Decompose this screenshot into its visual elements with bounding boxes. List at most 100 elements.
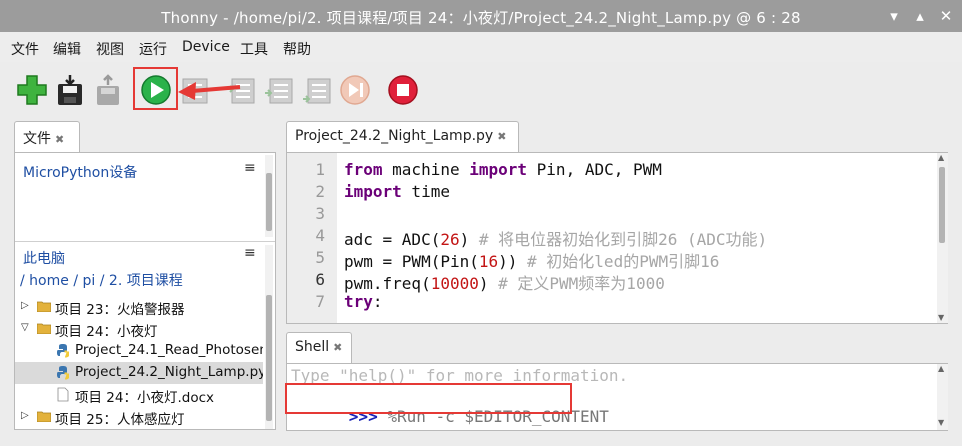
code-text: ) <box>478 274 499 293</box>
breadcrumb-folder[interactable]: 2. 项目课程 <box>109 273 183 289</box>
code-line[interactable]: pwm.freq(10000) # 定义PWM频率为1000 <box>344 270 665 294</box>
tab-shell[interactable]: Shell ✖ <box>286 332 352 364</box>
close-window-button[interactable]: ✕ <box>936 6 956 26</box>
code-number: 16 <box>478 252 499 271</box>
code-line[interactable]: pwm = PWM(Pin(16)) # 初始化led的PWM引脚16 <box>344 248 719 272</box>
code-text: ) <box>459 230 479 249</box>
minimize-button[interactable]: ▾ <box>884 6 904 26</box>
code-text: time <box>401 182 450 201</box>
folder-icon <box>37 411 51 422</box>
breadcrumb-root[interactable]: / <box>20 273 25 289</box>
device-menu-icon[interactable]: ≡ <box>244 160 256 176</box>
tree-scrollbar[interactable] <box>265 245 273 429</box>
code-number: 10000 <box>430 274 479 293</box>
code-area[interactable]: from machine import Pin, ADC, PWM import … <box>287 153 935 323</box>
editor-scrollbar[interactable]: ▲ ▼ <box>937 153 948 323</box>
tree-item-label: Project_24.2_Night_Lamp.py <box>75 364 263 380</box>
menu-view[interactable]: 视图 <box>96 39 124 59</box>
tab-files-label: 文件 <box>23 131 51 147</box>
device-section-title: MicroPython设备 <box>23 165 138 181</box>
step-into-icon <box>265 78 293 104</box>
menu-run[interactable]: 运行 <box>139 39 167 59</box>
code-text: pwm.freq( <box>344 274 431 293</box>
menu-device[interactable]: Device <box>182 39 230 55</box>
code-line[interactable]: from machine import Pin, ADC, PWM <box>344 160 662 179</box>
tree-file-row[interactable]: Project_24.2_Night_Lamp.py <box>15 362 263 384</box>
thonny-window: Thonny - /home/pi/2. 项目课程/项目 24：小夜灯/Proj… <box>0 0 962 446</box>
code-text: machine <box>382 160 470 179</box>
save-button[interactable] <box>53 73 87 107</box>
menu-help[interactable]: 帮助 <box>283 39 311 59</box>
code-text: : <box>372 292 383 311</box>
menu-bar: 文件 编辑 视图 运行 Device 工具 帮助 <box>0 32 962 62</box>
step-out-icon <box>303 78 331 104</box>
computer-menu-icon[interactable]: ≡ <box>244 245 256 261</box>
close-icon[interactable]: ✖ <box>55 133 64 146</box>
files-panel: MicroPython设备 ≡ 此电脑 ≡ / home / pi / 2. 项… <box>14 152 276 430</box>
maximize-button[interactable]: ▴ <box>910 6 930 26</box>
python-file-icon <box>57 344 69 358</box>
tab-files[interactable]: 文件 ✖ <box>14 121 80 153</box>
menu-edit[interactable]: 编辑 <box>53 39 81 59</box>
python-file-icon <box>57 366 69 380</box>
code-keyword: try <box>344 292 373 311</box>
shell-tab-label: Shell <box>295 339 330 355</box>
tree-folder-row[interactable]: ▷ 项目 23：火焰警报器 <box>15 296 263 318</box>
collapse-arrow-icon[interactable]: ▷ <box>21 300 29 311</box>
document-file-icon <box>57 387 69 402</box>
collapse-arrow-icon[interactable]: ▷ <box>21 410 29 421</box>
breadcrumb-sep: / <box>99 273 105 289</box>
code-keyword: from <box>344 160 383 179</box>
breadcrumb-sep: / <box>73 273 79 289</box>
code-editor[interactable]: 1234567 from machine import Pin, ADC, PW… <box>286 152 948 324</box>
tree-item-label: 项目 25：人体感应灯 <box>55 412 185 428</box>
breadcrumb: / home / pi / 2. 项目课程 <box>20 270 183 290</box>
step-into-button[interactable] <box>262 73 296 107</box>
breadcrumb-home[interactable]: home <box>29 273 69 289</box>
code-comment: # 初始化led的PWM引脚16 <box>527 252 720 271</box>
code-keyword: import <box>469 160 528 179</box>
window-title: Thonny - /home/pi/2. 项目课程/项目 24：小夜灯/Proj… <box>161 9 801 27</box>
tree-folder-row[interactable]: ▽ 项目 24：小夜灯 <box>15 318 263 340</box>
load-button[interactable] <box>91 73 125 107</box>
expand-arrow-icon[interactable]: ▽ <box>21 322 29 333</box>
code-line[interactable]: adc = ADC(26) # 将电位器初始化到引脚26 (ADC功能) <box>344 226 767 250</box>
close-icon[interactable]: ✖ <box>333 341 342 354</box>
plus-icon <box>17 75 47 105</box>
breadcrumb-pi[interactable]: pi <box>83 273 96 289</box>
stop-icon <box>388 75 418 105</box>
code-number: 26 <box>440 230 460 249</box>
close-icon[interactable]: ✖ <box>497 130 506 143</box>
tree-item-label: 项目 24：小夜灯.docx <box>75 390 215 406</box>
code-keyword: import <box>344 182 402 201</box>
shell-command-highlight <box>285 383 572 414</box>
resume-icon <box>340 75 370 105</box>
shell-scrollbar[interactable]: ▲ ▼ <box>937 364 948 430</box>
tree-file-row[interactable]: Project_24.1_Read_Photosensitive.py <box>15 340 263 362</box>
code-line[interactable]: try: <box>344 292 383 311</box>
tree-folder-row[interactable]: ▷ 项目 25：人体感应灯 <box>15 406 263 428</box>
code-text: Pin, ADC, PWM <box>527 160 662 179</box>
menu-tools[interactable]: 工具 <box>240 39 268 59</box>
run-button-highlight <box>133 67 178 110</box>
tab-editor-file[interactable]: Project_24.2_Night_Lamp.py ✖ <box>286 121 519 153</box>
tree-item-label: Project_24.1_Read_Photosensitive.py <box>75 342 263 358</box>
step-out-button[interactable] <box>300 73 334 107</box>
new-file-button[interactable] <box>15 73 49 107</box>
computer-section-title: 此电脑 <box>23 251 65 267</box>
tree-file-row[interactable]: 项目 24：小夜灯.docx <box>15 384 263 406</box>
device-scrollbar[interactable] <box>265 155 273 237</box>
code-line[interactable]: import time <box>344 182 450 201</box>
code-text: adc = ADC( <box>344 230 441 249</box>
tree-item-label: 项目 24：小夜灯 <box>55 324 158 340</box>
folder-icon <box>37 323 51 334</box>
stop-button[interactable] <box>386 73 420 107</box>
load-icon <box>97 74 119 105</box>
code-text: pwm = PWM(Pin( <box>344 252 479 271</box>
title-bar: Thonny - /home/pi/2. 项目课程/项目 24：小夜灯/Proj… <box>0 0 962 32</box>
code-text: )) <box>498 252 528 271</box>
code-comment: # 将电位器初始化到引脚26 (ADC功能) <box>478 230 768 249</box>
resume-button[interactable] <box>338 73 372 107</box>
tree-item-label: 项目 23：火焰警报器 <box>55 302 185 318</box>
menu-file[interactable]: 文件 <box>11 39 39 59</box>
